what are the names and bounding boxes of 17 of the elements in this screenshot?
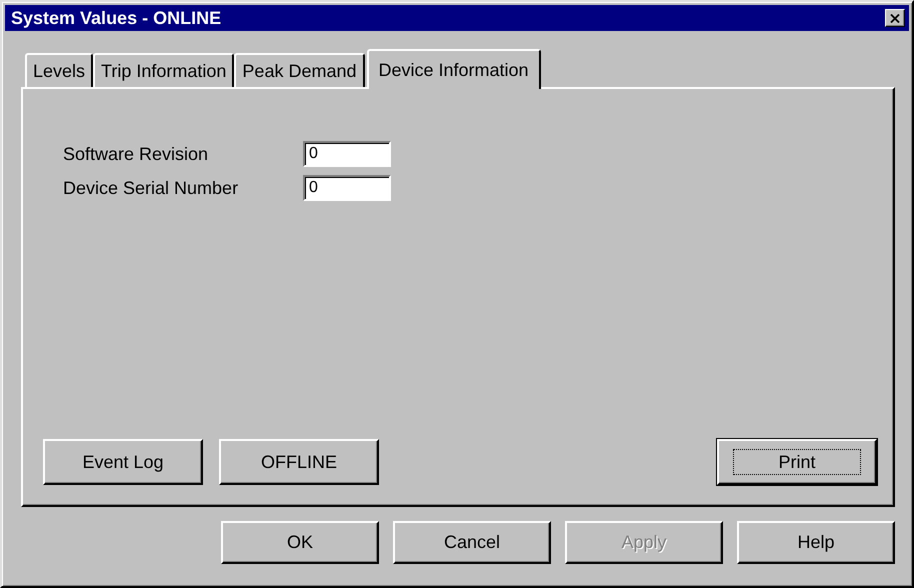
window-title: System Values - ONLINE bbox=[11, 8, 222, 28]
dialog-button[interactable]: OFFLINE bbox=[219, 439, 379, 485]
dialog-button[interactable]: OK bbox=[221, 521, 379, 564]
dialog-button[interactable]: Event Log bbox=[43, 439, 203, 485]
tab[interactable]: Peak Demand bbox=[234, 53, 364, 87]
dialog-button[interactable]: Cancel bbox=[393, 521, 551, 564]
input-field[interactable]: 0 bbox=[303, 175, 391, 201]
input-field[interactable]: 0 bbox=[303, 141, 391, 167]
dialog-button[interactable]: Print bbox=[717, 439, 877, 485]
tab[interactable]: Device Information bbox=[366, 49, 541, 89]
tab[interactable]: Levels bbox=[25, 53, 94, 87]
tab[interactable]: Trip Information bbox=[93, 53, 234, 87]
close-button[interactable] bbox=[885, 9, 905, 27]
close-icon bbox=[890, 14, 900, 22]
field-label: Device Serial Number bbox=[63, 178, 240, 198]
dialog-button[interactable]: Help bbox=[737, 521, 895, 564]
field-label: Software Revision bbox=[63, 144, 210, 164]
